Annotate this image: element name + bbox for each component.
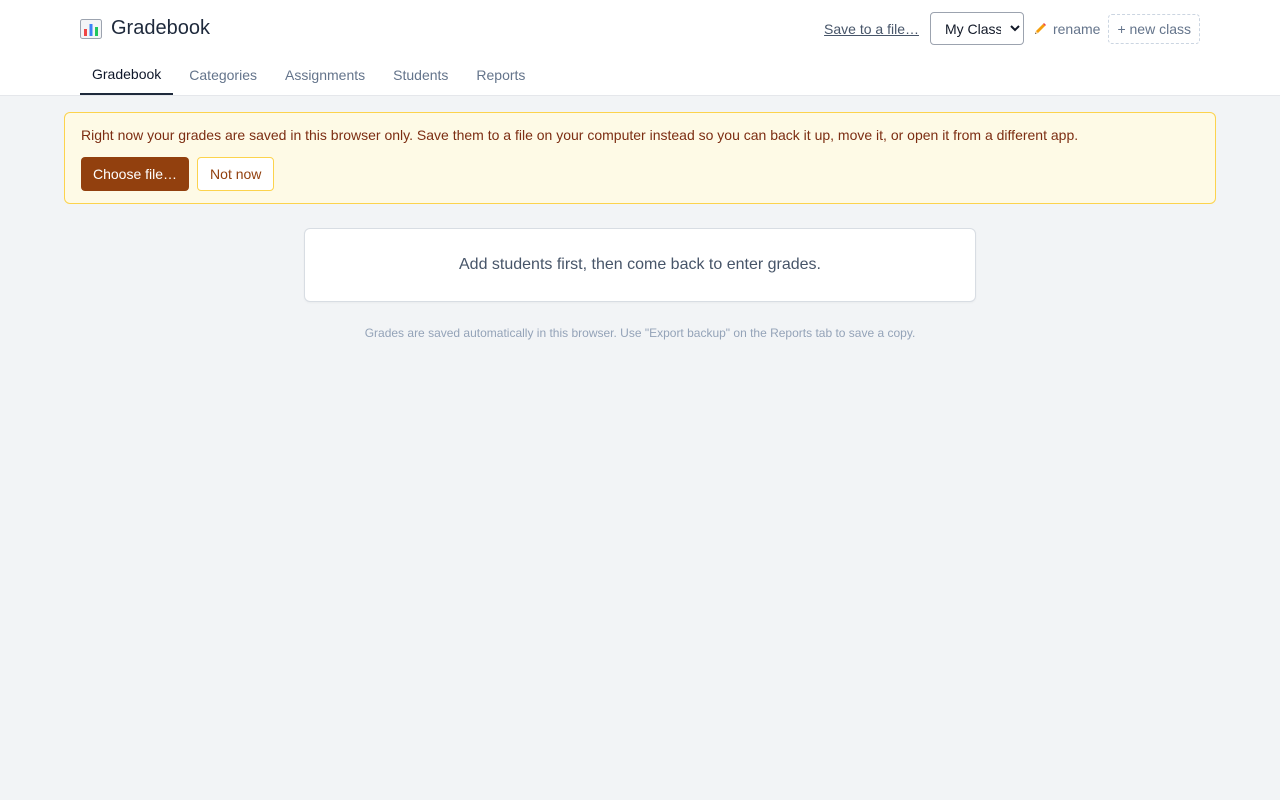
banner-message: Right now your grades are saved in this … (81, 127, 1079, 143)
empty-state-message: Add students first, then come back to en… (459, 256, 821, 273)
save-to-file-link[interactable]: Save to a file… (824, 21, 919, 37)
app-title: Gradebook (111, 17, 210, 39)
tab-students[interactable]: Students (381, 56, 460, 95)
footer-note: Grades are saved automatically in this b… (364, 326, 916, 340)
rename-label: rename (1052, 20, 1101, 37)
app-header: Gradebook Save to a file… My Class renam… (0, 0, 1280, 96)
class-select[interactable]: My Class (929, 12, 1024, 45)
main-tabs: Gradebook Categories Assignments Student… (80, 56, 541, 96)
header-top-bar: Gradebook Save to a file… My Class renam… (80, 12, 1200, 45)
tab-gradebook[interactable]: Gradebook (80, 56, 174, 95)
not-now-button[interactable]: Not now (197, 157, 275, 191)
choose-file-button[interactable]: Choose file… (81, 157, 190, 191)
storage-warning-banner: Right now your grades are saved in this … (64, 112, 1216, 204)
app-brand: Gradebook (80, 17, 210, 40)
rename-button[interactable]: rename (1032, 21, 1100, 37)
tab-reports[interactable]: Reports (464, 56, 537, 95)
header-actions: Save to a file… My Class rename + new cl… (824, 12, 1200, 45)
banner-actions: Choose file… Not now (81, 157, 1199, 191)
empty-state-card: Add students first, then come back to en… (304, 228, 976, 302)
pencil-icon (1032, 21, 1048, 37)
tab-assignments[interactable]: Assignments (273, 56, 377, 95)
tab-categories[interactable]: Categories (177, 56, 269, 95)
new-class-button[interactable]: + new class (1108, 13, 1200, 44)
bar-chart-icon (80, 18, 102, 39)
